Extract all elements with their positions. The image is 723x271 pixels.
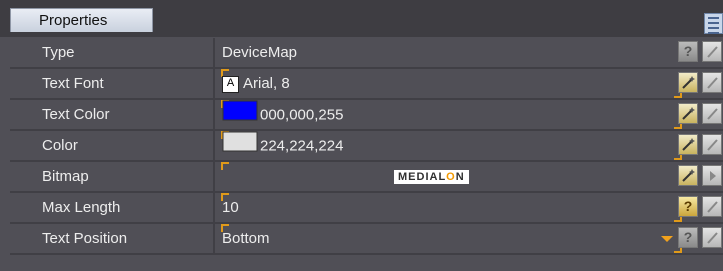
- property-row-max-length[interactable]: Max Length 10 ?: [10, 193, 723, 224]
- expand-arrow-icon[interactable]: [702, 41, 722, 62]
- property-value: 000,000,255: [260, 106, 344, 124]
- wand-icon[interactable]: [678, 134, 698, 155]
- expand-arrow-icon[interactable]: [702, 72, 722, 93]
- property-name: Max Length: [42, 199, 121, 216]
- property-grid: Type DeviceMap ? Text Font A Arial, 8 Tex…: [10, 38, 723, 255]
- property-row-text-font[interactable]: Text Font A Arial, 8: [10, 69, 723, 100]
- view-toggle-icon[interactable]: [704, 13, 723, 34]
- wand-icon[interactable]: [678, 165, 698, 186]
- tab-properties[interactable]: Properties: [10, 8, 153, 32]
- property-value[interactable]: Bottom: [222, 224, 680, 253]
- properties-panel: Properties Type DeviceMap ? Text Font AA…: [0, 0, 723, 271]
- bitmap-logo: MEDIALON: [394, 170, 469, 184]
- help-icon[interactable]: ?: [678, 196, 698, 217]
- property-row-bitmap[interactable]: Bitmap MEDIALON: [10, 162, 723, 193]
- color-swatch: [222, 131, 258, 162]
- property-value: Arial, 8: [243, 75, 290, 92]
- property-row-color[interactable]: Color 224,224,224: [10, 131, 723, 162]
- property-value: DeviceMap: [222, 44, 298, 61]
- expand-arrow-icon[interactable]: [702, 196, 722, 217]
- property-name: Text Font: [42, 75, 104, 92]
- property-name: Type: [42, 44, 75, 61]
- property-value: 224,224,224: [260, 137, 344, 155]
- help-icon[interactable]: ?: [678, 227, 698, 248]
- expand-arrow-icon[interactable]: [702, 227, 722, 248]
- dropdown-arrow-icon[interactable]: [661, 236, 673, 242]
- expand-arrow-icon[interactable]: [702, 165, 722, 186]
- color-swatch: [222, 100, 258, 131]
- property-row-text-color[interactable]: Text Color 000,000,255: [10, 100, 723, 131]
- expand-arrow-icon[interactable]: [702, 134, 722, 155]
- property-name: Text Position: [42, 230, 128, 247]
- wand-icon[interactable]: [678, 103, 698, 124]
- property-value[interactable]: 10: [222, 193, 680, 222]
- wand-icon[interactable]: [678, 72, 698, 93]
- panel-header: Properties: [0, 0, 723, 37]
- property-name: Text Color: [42, 106, 110, 123]
- help-icon[interactable]: ?: [678, 41, 698, 62]
- font-icon: A: [222, 75, 239, 93]
- property-row-text-position[interactable]: Text Position Bottom ?: [10, 224, 723, 255]
- property-name: Color: [42, 137, 78, 154]
- property-name: Bitmap: [42, 168, 89, 185]
- property-row-type[interactable]: Type DeviceMap ?: [10, 38, 723, 69]
- expand-arrow-icon[interactable]: [702, 103, 722, 124]
